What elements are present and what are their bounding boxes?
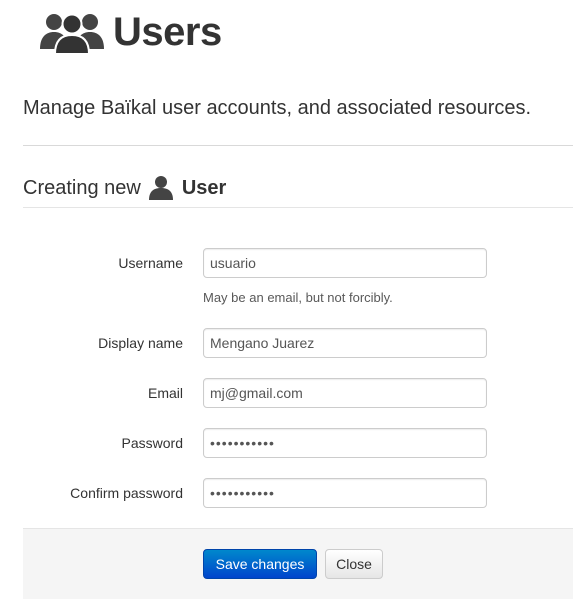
- password-row: Password: [0, 428, 573, 458]
- confirm-password-row: Confirm password: [0, 478, 573, 508]
- save-changes-button[interactable]: Save changes: [203, 549, 317, 579]
- page-description: Manage Baïkal user accounts, and associa…: [23, 97, 532, 119]
- section-title: Creating new User: [23, 172, 226, 204]
- users-icon: [37, 9, 107, 55]
- form-actions: Save changes Close: [23, 528, 573, 599]
- email-label: Email: [147, 385, 183, 401]
- password-input[interactable]: [203, 428, 487, 458]
- header-divider: [23, 145, 573, 146]
- section-title-entity: User: [181, 176, 227, 199]
- username-help-text: May be an email, but not forcibly.: [203, 290, 393, 305]
- email-row: Email: [0, 378, 573, 408]
- user-icon: [148, 175, 174, 201]
- username-input[interactable]: [203, 248, 487, 278]
- page-title: Users: [113, 10, 222, 54]
- email-input[interactable]: [203, 378, 487, 408]
- close-button[interactable]: Close: [325, 549, 383, 579]
- confirm-password-label: Confirm password: [70, 485, 183, 501]
- display-name-row: Display name: [0, 328, 573, 358]
- display-name-label: Display name: [98, 335, 183, 351]
- display-name-input[interactable]: [203, 328, 487, 358]
- section-divider: [23, 207, 573, 208]
- username-row: Username: [0, 248, 573, 278]
- password-label: Password: [121, 435, 183, 451]
- section-title-prefix: Creating new: [23, 176, 141, 199]
- page-header: Users: [37, 6, 222, 58]
- username-label: Username: [118, 255, 183, 271]
- confirm-password-input[interactable]: [203, 478, 487, 508]
